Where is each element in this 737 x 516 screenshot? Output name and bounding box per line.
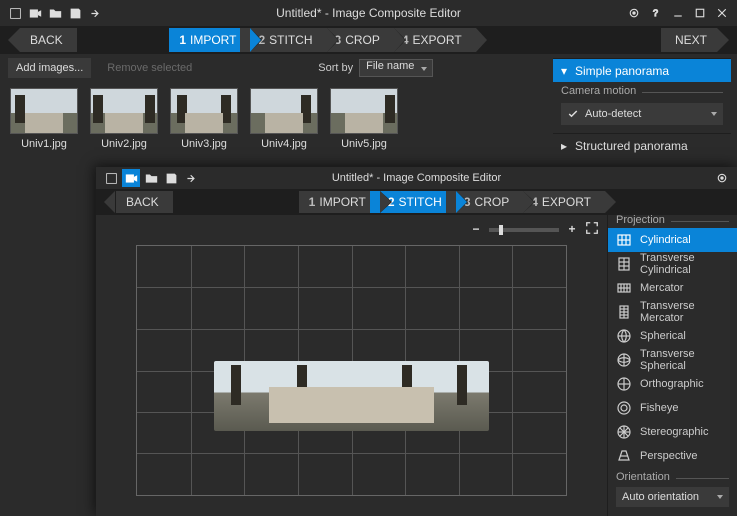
new-from-video-icon[interactable]: [122, 169, 140, 187]
projection-perspective[interactable]: Perspective: [608, 444, 737, 468]
projection-label: Spherical: [640, 330, 686, 342]
projection-transverse-spherical[interactable]: Transverse Spherical: [608, 348, 737, 372]
thumbnail[interactable]: Univ3.jpg: [170, 88, 238, 150]
save-icon[interactable]: [66, 4, 84, 22]
projection-label: Stereographic: [640, 426, 709, 438]
fit-to-screen-icon[interactable]: [585, 221, 599, 238]
zoom-out-button[interactable]: −: [469, 223, 483, 237]
projection-label: Transverse Mercator: [640, 300, 729, 324]
check-icon: [567, 108, 579, 120]
projection-icon: [616, 400, 632, 416]
zoom-controls: − +: [469, 221, 599, 238]
add-images-button[interactable]: Add images...: [8, 58, 91, 78]
projection-icon: [616, 304, 632, 320]
camera-motion-dropdown[interactable]: Auto-detect: [561, 103, 723, 125]
orientation-dropdown[interactable]: Auto orientation: [616, 487, 729, 507]
projection-transverse-cylindrical[interactable]: Transverse Cylindrical: [608, 252, 737, 276]
projection-stereographic[interactable]: Stereographic: [608, 420, 737, 444]
projection-label: Perspective: [640, 450, 697, 462]
chevron-right-icon: ▸: [561, 139, 571, 153]
thumbnail-label: Univ3.jpg: [181, 138, 227, 150]
export-icon[interactable]: [182, 169, 200, 187]
projection-icon: [616, 424, 632, 440]
projection-spherical[interactable]: Spherical: [608, 324, 737, 348]
sort-by-label: Sort by: [318, 62, 353, 74]
projection-label: Orthographic: [640, 378, 704, 390]
projection-panel: Projection Cylindrical Transverse Cylindr…: [607, 215, 737, 516]
back-button[interactable]: BACK: [20, 28, 77, 52]
thumbnail-label: Univ5.jpg: [341, 138, 387, 150]
projection-section-label: Projection: [616, 215, 671, 226]
step-bar: BACK 1IMPORT 2STITCH 3CROP 4EXPORT NEXT: [0, 26, 737, 54]
thumbnail[interactable]: Univ2.jpg: [90, 88, 158, 150]
minimize-icon[interactable]: [669, 4, 687, 22]
mode-simple-panorama[interactable]: ▾Simple panorama: [553, 58, 731, 82]
projection-icon: [616, 232, 632, 248]
thumbnail[interactable]: Univ4.jpg: [250, 88, 318, 150]
projection-mercator[interactable]: Mercator: [608, 276, 737, 300]
next-button[interactable]: NEXT: [661, 28, 717, 52]
step-import[interactable]: 1IMPORT: [169, 28, 250, 52]
mode-structured-panorama[interactable]: ▸Structured panorama: [553, 133, 731, 157]
projection-icon: [616, 352, 632, 368]
thumbnail[interactable]: Univ5.jpg: [330, 88, 398, 150]
projection-label: Fisheye: [640, 402, 679, 414]
projection-cylindrical[interactable]: Cylindrical: [608, 228, 737, 252]
projection-label: Transverse Spherical: [640, 348, 729, 372]
sort-dropdown[interactable]: File name: [359, 59, 433, 77]
settings-icon[interactable]: [713, 169, 731, 187]
camera-motion-label: Camera motion: [561, 85, 642, 97]
projection-orthographic[interactable]: Orthographic: [608, 372, 737, 396]
save-icon[interactable]: [162, 169, 180, 187]
projection-grid: [136, 245, 567, 496]
zoom-in-button[interactable]: +: [565, 223, 579, 237]
new-panorama-icon[interactable]: [6, 4, 24, 22]
open-icon[interactable]: [46, 4, 64, 22]
projection-icon: [616, 376, 632, 392]
projection-icon: [616, 256, 632, 272]
export-icon[interactable]: [86, 4, 104, 22]
projection-icon: [616, 448, 632, 464]
projection-label: Cylindrical: [640, 234, 691, 246]
back-button[interactable]: BACK: [116, 191, 173, 213]
svg-text:?: ?: [653, 8, 658, 18]
step-tabs: 1IMPORT 2STITCH 3CROP 4EXPORT: [299, 190, 605, 214]
stitch-canvas[interactable]: − +: [96, 215, 607, 516]
orientation-section-label: Orientation: [616, 471, 676, 483]
thumbnail-label: Univ1.jpg: [21, 138, 67, 150]
settings-icon[interactable]: [625, 4, 643, 22]
thumbnail-label: Univ2.jpg: [101, 138, 147, 150]
maximize-icon[interactable]: [691, 4, 709, 22]
titlebar: Untitled* - Image Composite Editor: [96, 167, 737, 189]
titlebar: Untitled* - Image Composite Editor ?: [0, 0, 737, 26]
new-from-video-icon[interactable]: [26, 4, 44, 22]
zoom-slider[interactable]: [489, 228, 559, 232]
projection-icon: [616, 280, 632, 296]
open-icon[interactable]: [142, 169, 160, 187]
mode-panel: ▾Simple panorama Camera motion Auto-dete…: [553, 58, 731, 157]
stitched-preview[interactable]: [214, 361, 489, 431]
new-panorama-icon[interactable]: [102, 169, 120, 187]
close-icon[interactable]: [713, 4, 731, 22]
inner-window: Untitled* - Image Composite Editor BACK …: [96, 167, 737, 516]
projection-label: Mercator: [640, 282, 683, 294]
step-tabs: 1IMPORT 2STITCH 3CROP 4EXPORT: [169, 28, 475, 52]
step-import[interactable]: 1IMPORT: [299, 191, 380, 213]
chevron-down-icon: ▾: [561, 64, 571, 78]
projection-icon: [616, 328, 632, 344]
thumbnail[interactable]: Univ1.jpg: [10, 88, 78, 150]
step-bar: BACK 1IMPORT 2STITCH 3CROP 4EXPORT: [96, 189, 737, 215]
thumbnail-label: Univ4.jpg: [261, 138, 307, 150]
help-icon[interactable]: ?: [647, 4, 665, 22]
projection-label: Transverse Cylindrical: [640, 252, 729, 276]
projection-fisheye[interactable]: Fisheye: [608, 396, 737, 420]
projection-transverse-mercator[interactable]: Transverse Mercator: [608, 300, 737, 324]
remove-selected-button: Remove selected: [99, 58, 200, 78]
